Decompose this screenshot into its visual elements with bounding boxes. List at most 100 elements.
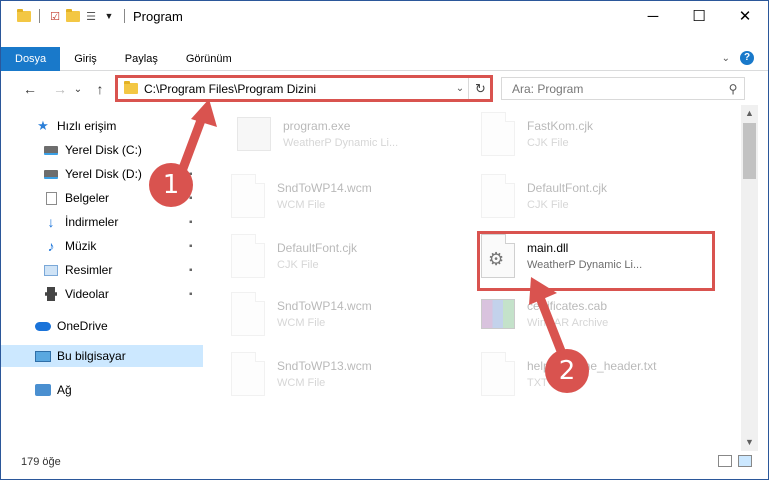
sidebar-item-downloads[interactable]: ↓ İndirmeler — [43, 211, 119, 233]
chevron-down-icon[interactable]: ▼ — [102, 9, 116, 23]
tab-file[interactable]: Dosya — [1, 46, 61, 71]
search-input[interactable]: Ara: Program — [502, 82, 722, 96]
blank-file-icon — [481, 174, 515, 218]
quick-access-toolbar: ☑ ☰ ▼ — [1, 8, 129, 23]
document-icon — [43, 191, 59, 205]
blank-file-icon — [231, 234, 265, 278]
recent-locations-button[interactable]: ⌄ — [71, 84, 85, 95]
properties-icon[interactable]: ☑ — [48, 9, 62, 23]
file-item[interactable]: DefaultFont.cjk CJK File — [231, 231, 471, 281]
minimize-button[interactable]: ─ — [630, 1, 676, 31]
scroll-down-icon[interactable]: ▼ — [741, 434, 758, 451]
file-highlight-box — [477, 231, 715, 291]
sidebar-item-this-pc[interactable]: Bu bilgisayar — [1, 345, 203, 367]
file-name: SndToWP13.wcm — [277, 359, 372, 373]
file-item[interactable]: SndToWP13.wcm WCM File — [231, 349, 471, 399]
ribbon-tabs: Dosya Giriş Paylaş Görünüm ⌄ ? — [1, 46, 768, 71]
sidebar-item-label: Hızlı erişim — [57, 119, 117, 133]
customize-toolbar-icon[interactable]: ☰ — [84, 9, 98, 23]
scroll-thumb[interactable] — [743, 123, 756, 179]
sidebar-item-label: Yerel Disk (C:) — [65, 143, 142, 157]
sidebar-item-label: Müzik — [65, 239, 97, 253]
file-type: CJK File — [277, 259, 319, 271]
tab-view[interactable]: Görünüm — [172, 47, 246, 71]
status-bar: 179 öğe — [1, 451, 768, 473]
network-icon — [35, 383, 51, 397]
sidebar-item-local-disk-c[interactable]: Yerel Disk (C:) — [43, 139, 142, 161]
sidebar-item-pictures[interactable]: Resimler — [43, 259, 112, 281]
winrar-icon — [481, 299, 515, 329]
help-icon[interactable]: ? — [740, 51, 754, 65]
file-item[interactable]: SndToWP14.wcm WCM File — [231, 289, 471, 339]
file-name: program.exe — [283, 119, 351, 133]
file-name: DefaultFont.cjk — [277, 241, 358, 255]
file-type: WCM File — [277, 377, 326, 389]
tab-home[interactable]: Giriş — [60, 47, 111, 71]
ribbon-help-area: ⌄ ? — [722, 51, 754, 65]
pictures-icon — [43, 263, 59, 277]
pin-icon[interactable]: ▪ — [189, 289, 193, 300]
blank-file-icon — [231, 352, 265, 396]
file-item[interactable]: help_readme_header.txtTXT File — [481, 349, 721, 399]
blank-file-icon — [481, 352, 515, 396]
pin-icon[interactable]: ▪ — [189, 265, 193, 276]
sidebar-item-label: Ağ — [57, 383, 72, 397]
sidebar-item-videos[interactable]: Videolar — [43, 283, 109, 305]
back-button[interactable]: ← — [19, 81, 41, 97]
pin-icon[interactable]: ▪ — [189, 241, 193, 252]
exe-icon — [237, 117, 271, 151]
star-icon: ★ — [37, 118, 49, 133]
forward-button[interactable]: → — [49, 81, 71, 97]
explorer-window: ☑ ☰ ▼ Program ─ ☐ ✕ Dosya Giriş Paylaş G… — [0, 0, 769, 480]
file-name: DefaultFont.cjk — [527, 181, 608, 195]
callout-step-one: 1 — [149, 163, 193, 207]
sidebar-item-onedrive[interactable]: OneDrive — [35, 315, 108, 337]
vertical-scrollbar[interactable]: ▲ ▼ — [741, 105, 758, 451]
sidebar-item-music[interactable]: ♪ Müzik — [43, 235, 97, 257]
close-button[interactable]: ✕ — [722, 1, 768, 31]
title-bar: ☑ ☰ ▼ Program ─ ☐ ✕ — [1, 1, 768, 31]
sidebar-item-quick-access[interactable]: ★ Hızlı erişim — [35, 115, 116, 137]
divider — [39, 9, 40, 23]
folder-icon[interactable] — [17, 8, 31, 23]
item-count: 179 öğe — [21, 456, 61, 468]
disk-icon — [43, 143, 59, 157]
file-name: SndToWP14.wcm — [277, 181, 372, 195]
pin-icon[interactable]: ▪ — [189, 217, 193, 228]
sidebar-item-local-disk-d[interactable]: Yerel Disk (D:) — [43, 163, 142, 185]
sidebar-item-label: Belgeler — [65, 191, 110, 205]
sidebar-item-label: Bu bilgisayar — [57, 349, 126, 363]
blank-file-icon — [231, 174, 265, 218]
file-item[interactable]: program.exe WeatherP Dynamic Li... — [237, 109, 477, 159]
file-name: SndToWP14.wcm — [277, 299, 372, 313]
window-title: Program — [133, 8, 183, 24]
file-item[interactable]: FastKom.cjk CJK File — [481, 109, 721, 159]
sidebar-item-network[interactable]: Ağ — [35, 379, 72, 401]
sidebar-item-label: OneDrive — [57, 319, 108, 333]
sidebar-item-documents[interactable]: Belgeler — [43, 187, 109, 209]
new-folder-icon[interactable] — [66, 8, 80, 23]
details-view-icon[interactable] — [718, 455, 732, 467]
music-icon: ♪ — [47, 238, 55, 254]
view-toggle — [718, 455, 752, 467]
expand-ribbon-icon[interactable]: ⌄ — [722, 53, 730, 64]
search-box[interactable]: Ara: Program ⚲ — [501, 77, 745, 100]
up-button[interactable]: ↑ — [89, 81, 111, 97]
file-name: FastKom.cjk — [527, 119, 594, 133]
sidebar-item-label: Resimler — [65, 263, 113, 277]
maximize-button[interactable]: ☐ — [676, 1, 722, 31]
tab-share[interactable]: Paylaş — [111, 47, 172, 71]
file-item[interactable]: SndToWP14.wcm WCM File — [231, 171, 471, 221]
blank-file-icon — [231, 292, 265, 336]
file-item[interactable]: DefaultFont.cjk CJK File — [481, 171, 721, 221]
download-icon: ↓ — [47, 214, 55, 230]
file-item[interactable]: certificates.cab WinRAR Archive — [481, 289, 721, 339]
disk-icon — [43, 167, 59, 181]
large-icons-view-icon[interactable] — [738, 455, 752, 467]
search-icon[interactable]: ⚲ — [722, 82, 744, 96]
callout-step-two: 2 — [545, 349, 589, 393]
sidebar-item-label: Videolar — [65, 287, 109, 301]
file-type: WeatherP Dynamic Li... — [283, 137, 399, 149]
file-type: CJK File — [527, 199, 569, 211]
scroll-up-icon[interactable]: ▲ — [741, 105, 758, 122]
